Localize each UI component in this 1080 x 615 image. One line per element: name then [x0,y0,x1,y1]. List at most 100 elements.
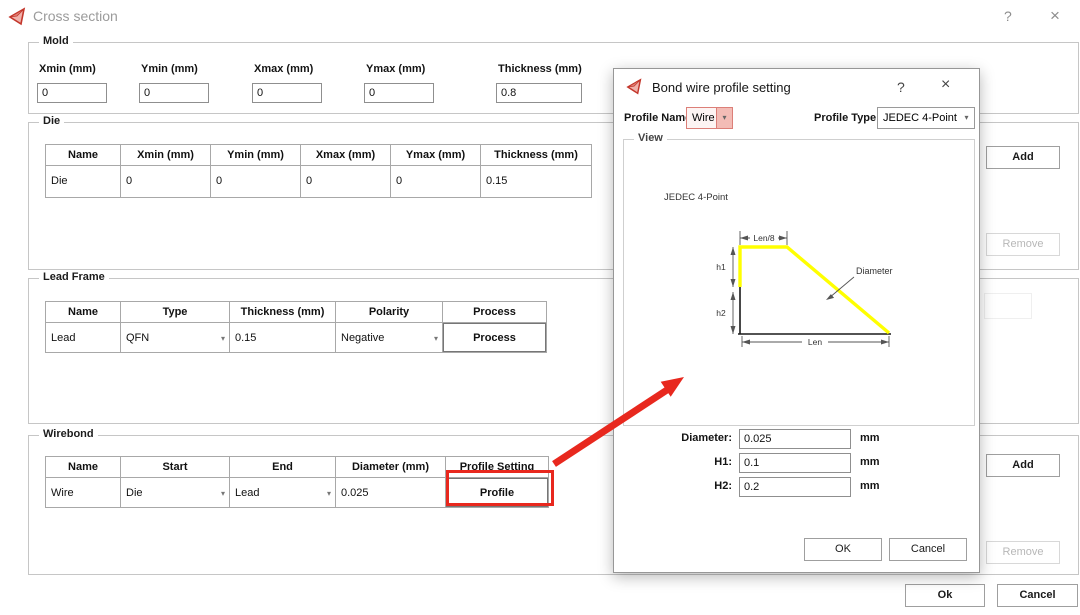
dim-arrow [731,292,736,300]
dim-label-h1: h1 [716,262,726,272]
dim-label-len: Len [808,337,822,347]
h1-input[interactable] [739,453,851,473]
diameter-input[interactable] [739,429,851,449]
profile-type-dropdown[interactable]: JEDEC 4-Point ▾ [877,107,975,129]
chevron-down-icon[interactable]: ▾ [434,323,438,353]
dim-label-h2: h2 [716,308,726,318]
die-header-row: Name Xmin (mm) Ymin (mm) Xmax (mm) Ymax … [45,144,592,166]
mold-ymin-input[interactable] [139,83,209,103]
die-col-name: Name [45,144,121,166]
leadframe-group-label: Lead Frame [39,271,109,283]
mold-xmax-input[interactable] [252,83,322,103]
wirebond-start-value: Die [126,487,143,499]
profile-type-value: JEDEC 4-Point [878,108,957,129]
chevron-down-icon[interactable]: ▾ [327,478,331,508]
die-col-ymax: Ymax (mm) [390,144,481,166]
die-col-xmax: Xmax (mm) [300,144,391,166]
dialog-title: Bond wire profile setting [652,80,791,95]
dim-arrow [731,247,736,255]
die-table-row: Die 0 0 0 0 0.15 [45,165,592,198]
wirebond-profile-cell: Profile [445,477,549,508]
help-button[interactable]: ? [1004,8,1012,24]
dim-arrow [731,279,736,287]
profile-name-label: Profile Name [624,112,691,124]
leadframe-col-process: Process [442,301,547,323]
leadframe-table-row: Lead QFN ▾ 0.15 Negative ▾ Process [45,322,547,353]
wirebond-add-button[interactable]: Add [986,454,1060,477]
mold-xmin-input[interactable] [37,83,107,103]
wirebond-end-dropdown[interactable]: Lead ▾ [229,477,336,508]
view-group-label: View [634,132,667,144]
wirebond-col-end: End [229,456,336,478]
cross-section-window: Cross section ? × Mold Xmin (mm) Ymin (m… [0,0,1080,615]
die-table: Name Xmin (mm) Ymin (mm) Xmax (mm) Ymax … [45,144,592,198]
wirebond-diameter-cell[interactable]: 0.025 [335,477,446,508]
chevron-down-icon[interactable]: ▾ [221,478,225,508]
die-col-ymin: Ymin (mm) [210,144,301,166]
mold-ymax-label: Ymax (mm) [366,63,425,75]
mold-thickness-input[interactable] [496,83,582,103]
die-ymax-cell[interactable]: 0 [390,165,481,198]
wirebond-profile-button[interactable]: Profile [446,478,548,507]
view-group: View JEDEC 4-Point Len/8 [623,139,975,426]
leadframe-type-dropdown[interactable]: QFN ▾ [120,322,230,353]
h2-input[interactable] [739,477,851,497]
die-group-label: Die [39,115,64,127]
die-col-thickness: Thickness (mm) [480,144,592,166]
profile-name-value: Wire [687,108,715,129]
die-xmin-cell[interactable]: 0 [120,165,211,198]
leadframe-header-row: Name Type Thickness (mm) Polarity Proces… [45,301,547,323]
leadframe-table: Name Type Thickness (mm) Polarity Proces… [45,301,547,353]
die-remove-button[interactable]: Remove [986,233,1060,256]
chevron-down-icon[interactable]: ▾ [959,108,974,128]
mold-group-label: Mold [39,35,73,47]
diameter-field-label: Diameter: [632,432,732,444]
die-name-cell[interactable]: Die [45,165,121,198]
dialog-cancel-button[interactable]: Cancel [889,538,967,561]
wirebond-name-cell[interactable]: Wire [45,477,121,508]
leadframe-name-cell[interactable]: Lead [45,322,121,353]
dialog-ok-button[interactable]: OK [804,538,882,561]
leadframe-col-thickness: Thickness (mm) [229,301,336,323]
wirebond-start-dropdown[interactable]: Die ▾ [120,477,230,508]
die-ymin-cell[interactable]: 0 [210,165,301,198]
leadframe-col-polarity: Polarity [335,301,443,323]
dim-arrow [742,340,750,345]
window-title: Cross section [33,8,118,24]
dim-arrow [779,236,787,241]
h2-field-label: H2: [632,480,732,492]
wirebond-table-row: Wire Die ▾ Lead ▾ 0.025 Profile [45,477,549,508]
dialog-close-icon[interactable]: × [941,76,950,94]
die-thickness-cell[interactable]: 0.15 [480,165,592,198]
dialog-logo-icon [626,78,644,96]
dialog-help-button[interactable]: ? [897,79,905,95]
profile-type-label: Profile Type: [814,112,880,124]
dim-label-diameter: Diameter [856,266,893,276]
leadframe-add-button[interactable] [984,293,1032,319]
leadframe-process-button[interactable]: Process [443,323,546,352]
leadframe-col-name: Name [45,301,121,323]
die-xmax-cell[interactable]: 0 [300,165,391,198]
close-icon[interactable]: × [1050,6,1060,26]
mold-xmin-label: Xmin (mm) [39,63,96,75]
wirebond-table: Name Start End Diameter (mm) Profile Set… [45,456,549,508]
cancel-button[interactable]: Cancel [997,584,1078,607]
mold-xmax-label: Xmax (mm) [254,63,313,75]
leadframe-polarity-value: Negative [341,332,384,344]
mold-ymax-input[interactable] [364,83,434,103]
bond-wire-profile-dialog: Bond wire profile setting ? × Profile Na… [613,68,980,573]
chevron-down-icon[interactable]: ▾ [716,108,732,128]
ok-button[interactable]: Ok [905,584,985,607]
diameter-unit: mm [860,432,880,444]
chevron-down-icon[interactable]: ▾ [221,323,225,353]
wirebond-end-value: Lead [235,487,259,499]
wirebond-header-row: Name Start End Diameter (mm) Profile Set… [45,456,549,478]
diagram-caption: JEDEC 4-Point [664,192,728,203]
mold-ymin-label: Ymin (mm) [141,63,198,75]
profile-name-dropdown[interactable]: Wire ▾ [686,107,733,129]
leadframe-thickness-cell[interactable]: 0.15 [229,322,336,353]
dim-arrow [881,340,889,345]
wirebond-remove-button[interactable]: Remove [986,541,1060,564]
die-add-button[interactable]: Add [986,146,1060,169]
leadframe-polarity-dropdown[interactable]: Negative ▾ [335,322,443,353]
